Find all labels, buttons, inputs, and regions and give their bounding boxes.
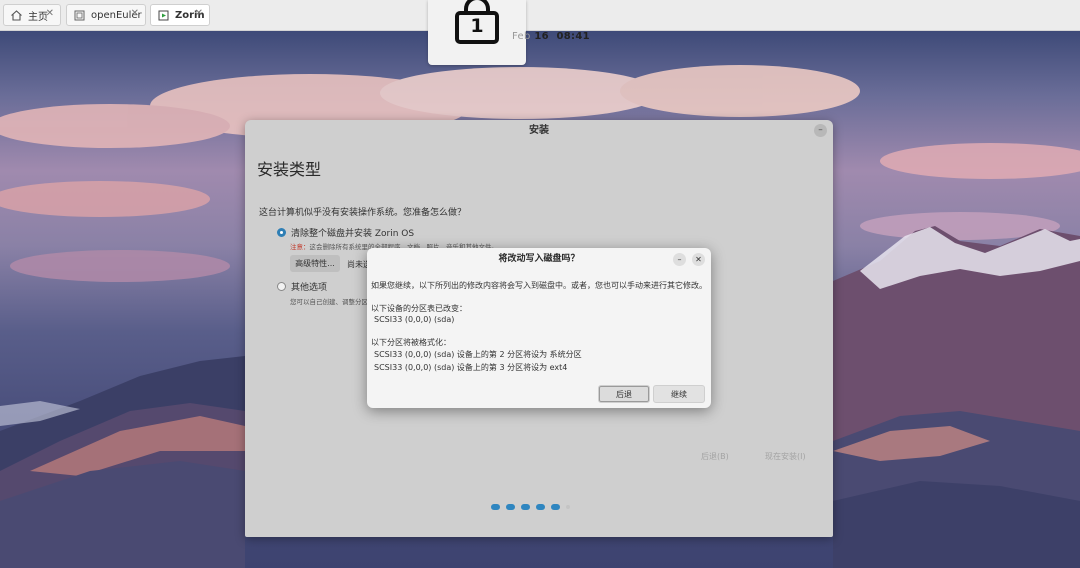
top-bar-clock[interactable]: Feb 16 08:41 <box>512 31 590 42</box>
browser-tab-bar: 主页 ✕ openEuler ✕ Zorin ✕ <box>0 0 1080 31</box>
option-erase-disk[interactable]: 清除整个磁盘并安装 Zorin OS <box>277 226 414 239</box>
progress-dot <box>536 504 545 510</box>
vm-run-icon <box>157 9 170 22</box>
tab-home[interactable]: 主页 ✕ <box>3 4 61 26</box>
vm-icon <box>73 9 86 22</box>
progress-dot <box>521 504 530 510</box>
option-erase-label: 清除整个磁盘并安装 Zorin OS <box>291 229 415 239</box>
minimize-button[interactable]: – <box>673 253 686 266</box>
dialog-intro: 如果您继续，以下所列出的修改内容将会写入到磁盘中。或者，您也可以手动来进行其它修… <box>371 281 707 290</box>
clock-time: 08:41 <box>556 31 590 42</box>
page-title: 安装类型 <box>257 160 322 179</box>
installer-title: 安装 <box>529 125 549 136</box>
install-question: 这台计算机似乎没有安装操作系统。您准备怎么做？ <box>259 208 467 218</box>
minimize-button[interactable]: – <box>814 124 827 137</box>
back-button[interactable]: 后退 <box>598 385 650 403</box>
close-icon[interactable]: ✕ <box>131 8 139 19</box>
changed-device: SCSI33 (0,0,0) (sda) <box>374 315 455 324</box>
progress-dot <box>506 504 515 510</box>
progress-dot <box>551 504 560 510</box>
progress-dot <box>566 505 570 509</box>
continue-button[interactable]: 继续 <box>653 385 705 403</box>
tab-zorin[interactable]: Zorin ✕ <box>150 4 210 26</box>
advanced-features-button[interactable]: 高级特性... <box>290 255 340 272</box>
format-header: 以下分区将被格式化： <box>371 338 451 347</box>
install-now-button[interactable]: 现在安装(I) <box>765 451 806 462</box>
home-icon <box>10 9 23 22</box>
option-other-label: 其他选项 <box>291 283 328 293</box>
format-line-2: SCSI33 (0,0,0) (sda) 设备上的第 3 分区将设为 ext4 <box>374 363 568 372</box>
clock-day: 16 <box>534 31 549 42</box>
format-line-1: SCSI33 (0,0,0) (sda) 设备上的第 2 分区将设为 系统分区 <box>374 350 582 359</box>
tab-openeuler[interactable]: openEuler ✕ <box>66 4 146 26</box>
option-other[interactable]: 其他选项 <box>277 280 327 293</box>
lock-number: 1 <box>470 15 484 37</box>
progress-dot <box>491 504 500 510</box>
close-icon[interactable]: ✕ <box>46 8 54 19</box>
warning-label: 注意： <box>290 243 310 251</box>
clock-month: Feb <box>512 31 531 42</box>
installer-back-button[interactable]: 后退(B) <box>701 451 729 462</box>
close-icon[interactable]: ✕ <box>195 8 203 19</box>
close-button[interactable]: ✕ <box>692 253 705 266</box>
dialog-title: 将改动写入磁盘吗？ <box>498 254 580 264</box>
radio-unselected[interactable] <box>277 282 286 291</box>
write-changes-dialog: 将改动写入磁盘吗？ – ✕ 如果您继续，以下所列出的修改内容将会写入到磁盘中。或… <box>367 248 711 408</box>
radio-selected[interactable] <box>277 228 286 237</box>
progress-dots <box>491 504 576 510</box>
changed-header: 以下设备的分区表已改变： <box>371 304 467 313</box>
